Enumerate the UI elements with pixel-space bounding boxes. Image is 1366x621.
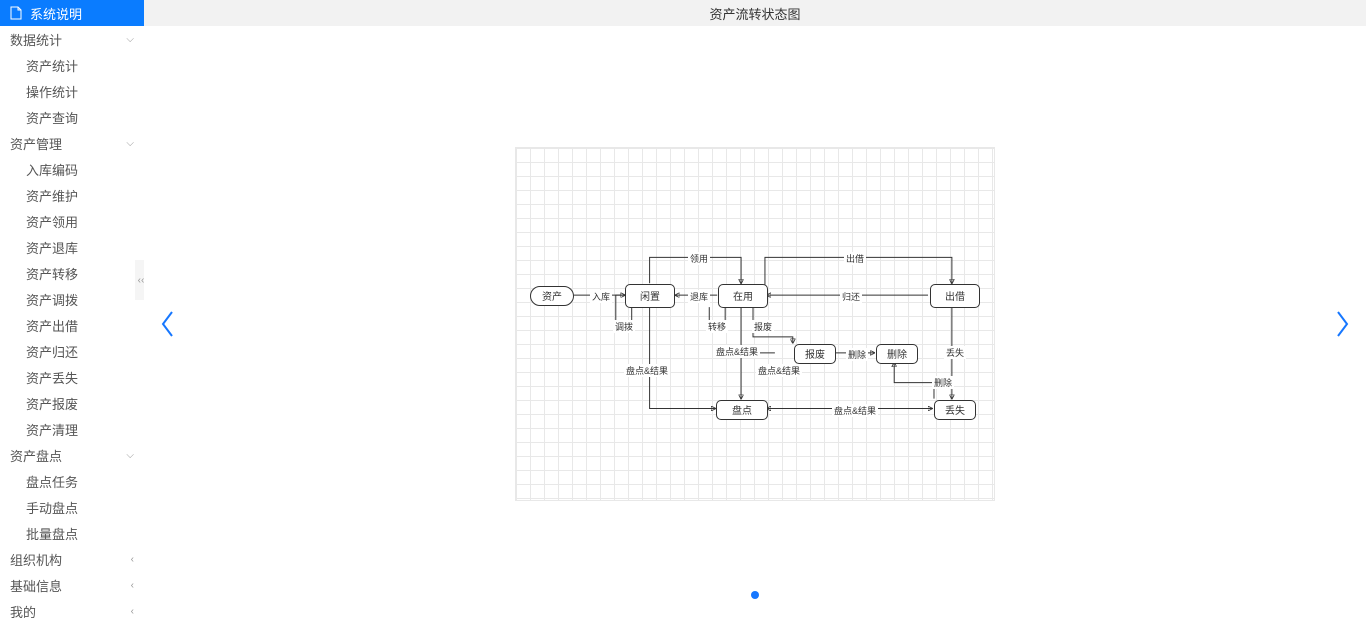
sidebar-sub-in-code[interactable]: 入库编码 (0, 156, 144, 182)
content-area: 资产 闲置 在用 出借 报废 删除 丢失 盘点 入库 领用 退库 出借 归还 调… (144, 26, 1366, 621)
sidebar-sub-batch-check[interactable]: 批量盘点 (0, 520, 144, 546)
sidebar-sub-giveback[interactable]: 资产归还 (0, 338, 144, 364)
sidebar-sub-maintain[interactable]: 资产维护 (0, 182, 144, 208)
sidebar-item-base-info[interactable]: 基础信息 ‹ (0, 572, 144, 598)
edge-lost: 丢失 (944, 346, 966, 359)
sidebar-sub-manual-check[interactable]: 手动盘点 (0, 494, 144, 520)
sidebar-sub-asset-query[interactable]: 资产查询 (0, 104, 144, 130)
sidebar-sub-transfer[interactable]: 资产转移 (0, 260, 144, 286)
sidebar-sub-asset-stats[interactable]: 资产统计 (0, 52, 144, 78)
sidebar-collapse-handle[interactable]: ‹‹ (135, 260, 144, 300)
edge-del2: 删除 (932, 376, 954, 389)
chevron-down-icon: ⌵ (126, 34, 134, 45)
node-idle: 闲置 (625, 284, 675, 308)
edge-return: 归还 (840, 290, 862, 303)
edge-scrap: 报废 (752, 320, 774, 333)
edge-move: 转移 (706, 320, 728, 333)
sidebar-sub-return[interactable]: 资产退库 (0, 234, 144, 260)
edge-chk4: 盘点&结果 (832, 404, 878, 417)
sidebar-item-label: 基础信息 (10, 576, 131, 595)
node-lend: 出借 (930, 284, 980, 308)
node-delete: 删除 (876, 344, 918, 364)
chevron-left-icon: ‹ (131, 606, 134, 617)
sidebar-sub-lost[interactable]: 资产丢失 (0, 364, 144, 390)
edge-chk1: 盘点&结果 (624, 364, 670, 377)
sidebar-sub-lend[interactable]: 资产出借 (0, 312, 144, 338)
chevron-down-icon: ⌵ (126, 138, 134, 149)
sidebar: 系统说明 数据统计 ⌵ 资产统计 操作统计 资产查询 资产管理 ⌵ 入库编码 资… (0, 0, 144, 621)
main-content: 资产流转状态图 (144, 0, 1366, 621)
edge-chk3: 盘点&结果 (756, 364, 802, 377)
sidebar-item-data-stats[interactable]: 数据统计 ⌵ (0, 26, 144, 52)
edge-in: 入库 (590, 290, 612, 303)
node-check: 盘点 (716, 400, 768, 420)
sidebar-sub-clean[interactable]: 资产清理 (0, 416, 144, 442)
sidebar-item-label: 资产盘点 (10, 446, 126, 465)
sidebar-item-mine[interactable]: 我的 ‹ (0, 598, 144, 621)
chevron-left-icon: ‹ (131, 554, 134, 565)
edge-transfer: 调拨 (613, 320, 635, 333)
sidebar-item-label: 组织机构 (10, 550, 131, 569)
sidebar-sub-scrap[interactable]: 资产报废 (0, 390, 144, 416)
sidebar-item-label: 数据统计 (10, 30, 126, 49)
node-scrap: 报废 (794, 344, 836, 364)
sidebar-item-label: 我的 (10, 602, 131, 621)
sidebar-sub-op-stats[interactable]: 操作统计 (0, 78, 144, 104)
edge-use: 领用 (688, 252, 710, 265)
edge-lend: 出借 (844, 252, 866, 265)
node-asset: 资产 (530, 286, 574, 306)
sidebar-item-org[interactable]: 组织机构 ‹ (0, 546, 144, 572)
sidebar-item-asset-check[interactable]: 资产盘点 ⌵ (0, 442, 144, 468)
pager-dot-active[interactable] (751, 591, 759, 599)
edge-delete: 删除 (846, 348, 868, 361)
chevron-down-icon: ⌵ (126, 450, 134, 461)
page-title-bar: 资产流转状态图 (144, 0, 1366, 26)
node-lost: 丢失 (934, 400, 976, 420)
edge-back: 退库 (688, 290, 710, 303)
sidebar-item-system-info[interactable]: 系统说明 (0, 0, 144, 26)
next-slide-button[interactable] (1330, 304, 1354, 344)
flow-diagram: 资产 闲置 在用 出借 报废 删除 丢失 盘点 入库 领用 退库 出借 归还 调… (515, 147, 995, 501)
page-title: 资产流转状态图 (709, 4, 800, 23)
sidebar-item-asset-mgmt[interactable]: 资产管理 ⌵ (0, 130, 144, 156)
sidebar-item-label: 资产管理 (10, 134, 126, 153)
sidebar-item-label: 系统说明 (30, 4, 134, 23)
node-inuse: 在用 (718, 284, 768, 308)
chevron-left-icon: ‹ (131, 580, 134, 591)
edge-chk2: 盘点&结果 (714, 345, 760, 358)
document-icon (10, 6, 22, 20)
prev-slide-button[interactable] (156, 304, 180, 344)
sidebar-sub-allocate[interactable]: 资产调拨 (0, 286, 144, 312)
sidebar-sub-check-task[interactable]: 盘点任务 (0, 468, 144, 494)
sidebar-sub-use[interactable]: 资产领用 (0, 208, 144, 234)
